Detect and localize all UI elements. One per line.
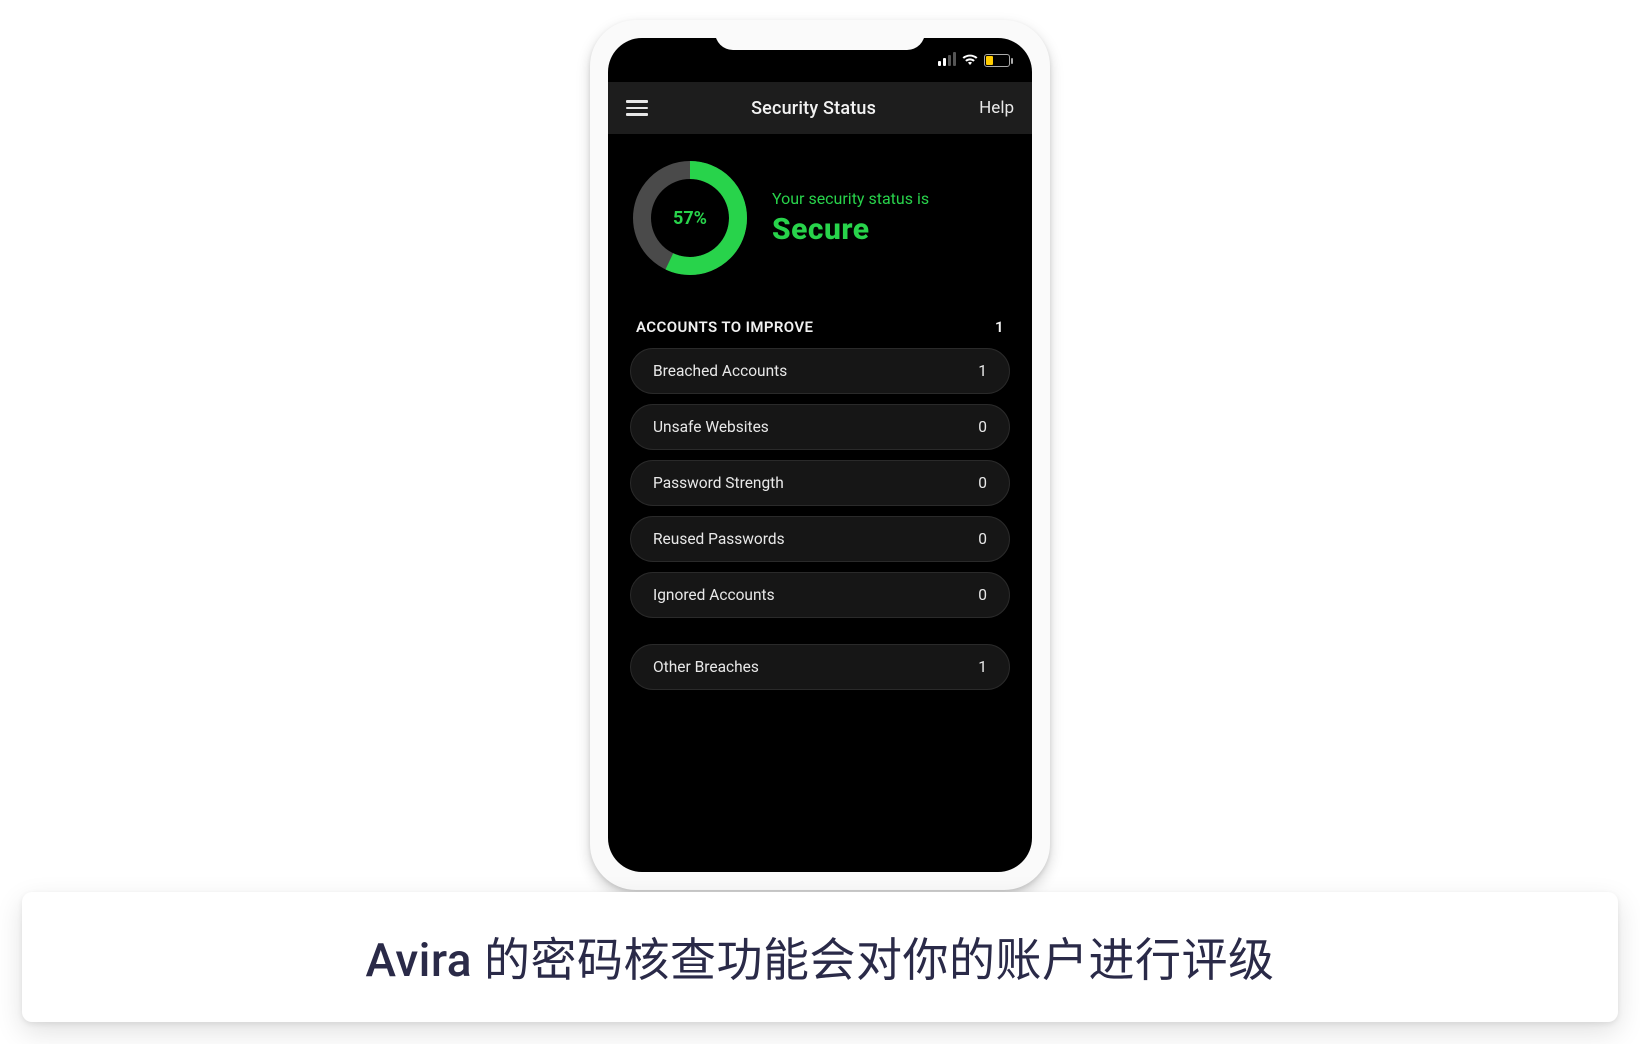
accounts-to-improve-header: ACCOUNTS TO IMPROVE 1 — [630, 318, 1010, 348]
row-breached-accounts[interactable]: Breached Accounts 1 — [630, 348, 1010, 394]
menu-icon[interactable] — [626, 100, 648, 116]
phone-screen: Security Status Help 57% Your security s… — [608, 38, 1032, 872]
security-score-percent: 57% — [630, 158, 750, 278]
phone-notch — [715, 20, 925, 50]
section-count: 1 — [995, 318, 1004, 336]
caption-text: Avira 的密码核查功能会对你的账户进行评级 — [365, 934, 1274, 988]
row-label: Password Strength — [653, 474, 784, 492]
security-status-line1: Your security status is — [772, 189, 929, 208]
wifi-icon — [962, 54, 978, 66]
row-ignored-accounts[interactable]: Ignored Accounts 0 — [630, 572, 1010, 618]
row-label: Ignored Accounts — [653, 586, 775, 604]
row-count: 1 — [978, 658, 987, 676]
row-reused-passwords[interactable]: Reused Passwords 0 — [630, 516, 1010, 562]
row-count: 0 — [978, 530, 987, 548]
row-count: 0 — [978, 474, 987, 492]
accounts-list: Breached Accounts 1 Unsafe Websites 0 Pa… — [630, 348, 1010, 618]
caption-panel: Avira 的密码核查功能会对你的账户进行评级 — [22, 892, 1618, 1022]
cellular-signal-icon — [938, 54, 956, 66]
battery-icon — [984, 54, 1010, 67]
row-label: Reused Passwords — [653, 530, 785, 548]
help-button[interactable]: Help — [979, 98, 1014, 118]
row-unsafe-websites[interactable]: Unsafe Websites 0 — [630, 404, 1010, 450]
security-score-donut: 57% — [630, 158, 750, 278]
security-status-line2: Secure — [772, 212, 929, 247]
page-title: Security Status — [751, 98, 876, 119]
phone-frame: Security Status Help 57% Your security s… — [590, 20, 1050, 890]
row-password-strength[interactable]: Password Strength 0 — [630, 460, 1010, 506]
row-label: Other Breaches — [653, 658, 759, 676]
row-label: Breached Accounts — [653, 362, 787, 380]
security-status-summary: 57% Your security status is Secure — [630, 158, 1010, 278]
app-header: Security Status Help — [608, 82, 1032, 134]
statusbar-left-block — [632, 48, 688, 68]
row-count: 0 — [978, 586, 987, 604]
row-count: 0 — [978, 418, 987, 436]
row-label: Unsafe Websites — [653, 418, 769, 436]
row-count: 1 — [978, 362, 987, 380]
section-title: ACCOUNTS TO IMPROVE — [636, 318, 813, 336]
row-other-breaches[interactable]: Other Breaches 1 — [630, 644, 1010, 690]
